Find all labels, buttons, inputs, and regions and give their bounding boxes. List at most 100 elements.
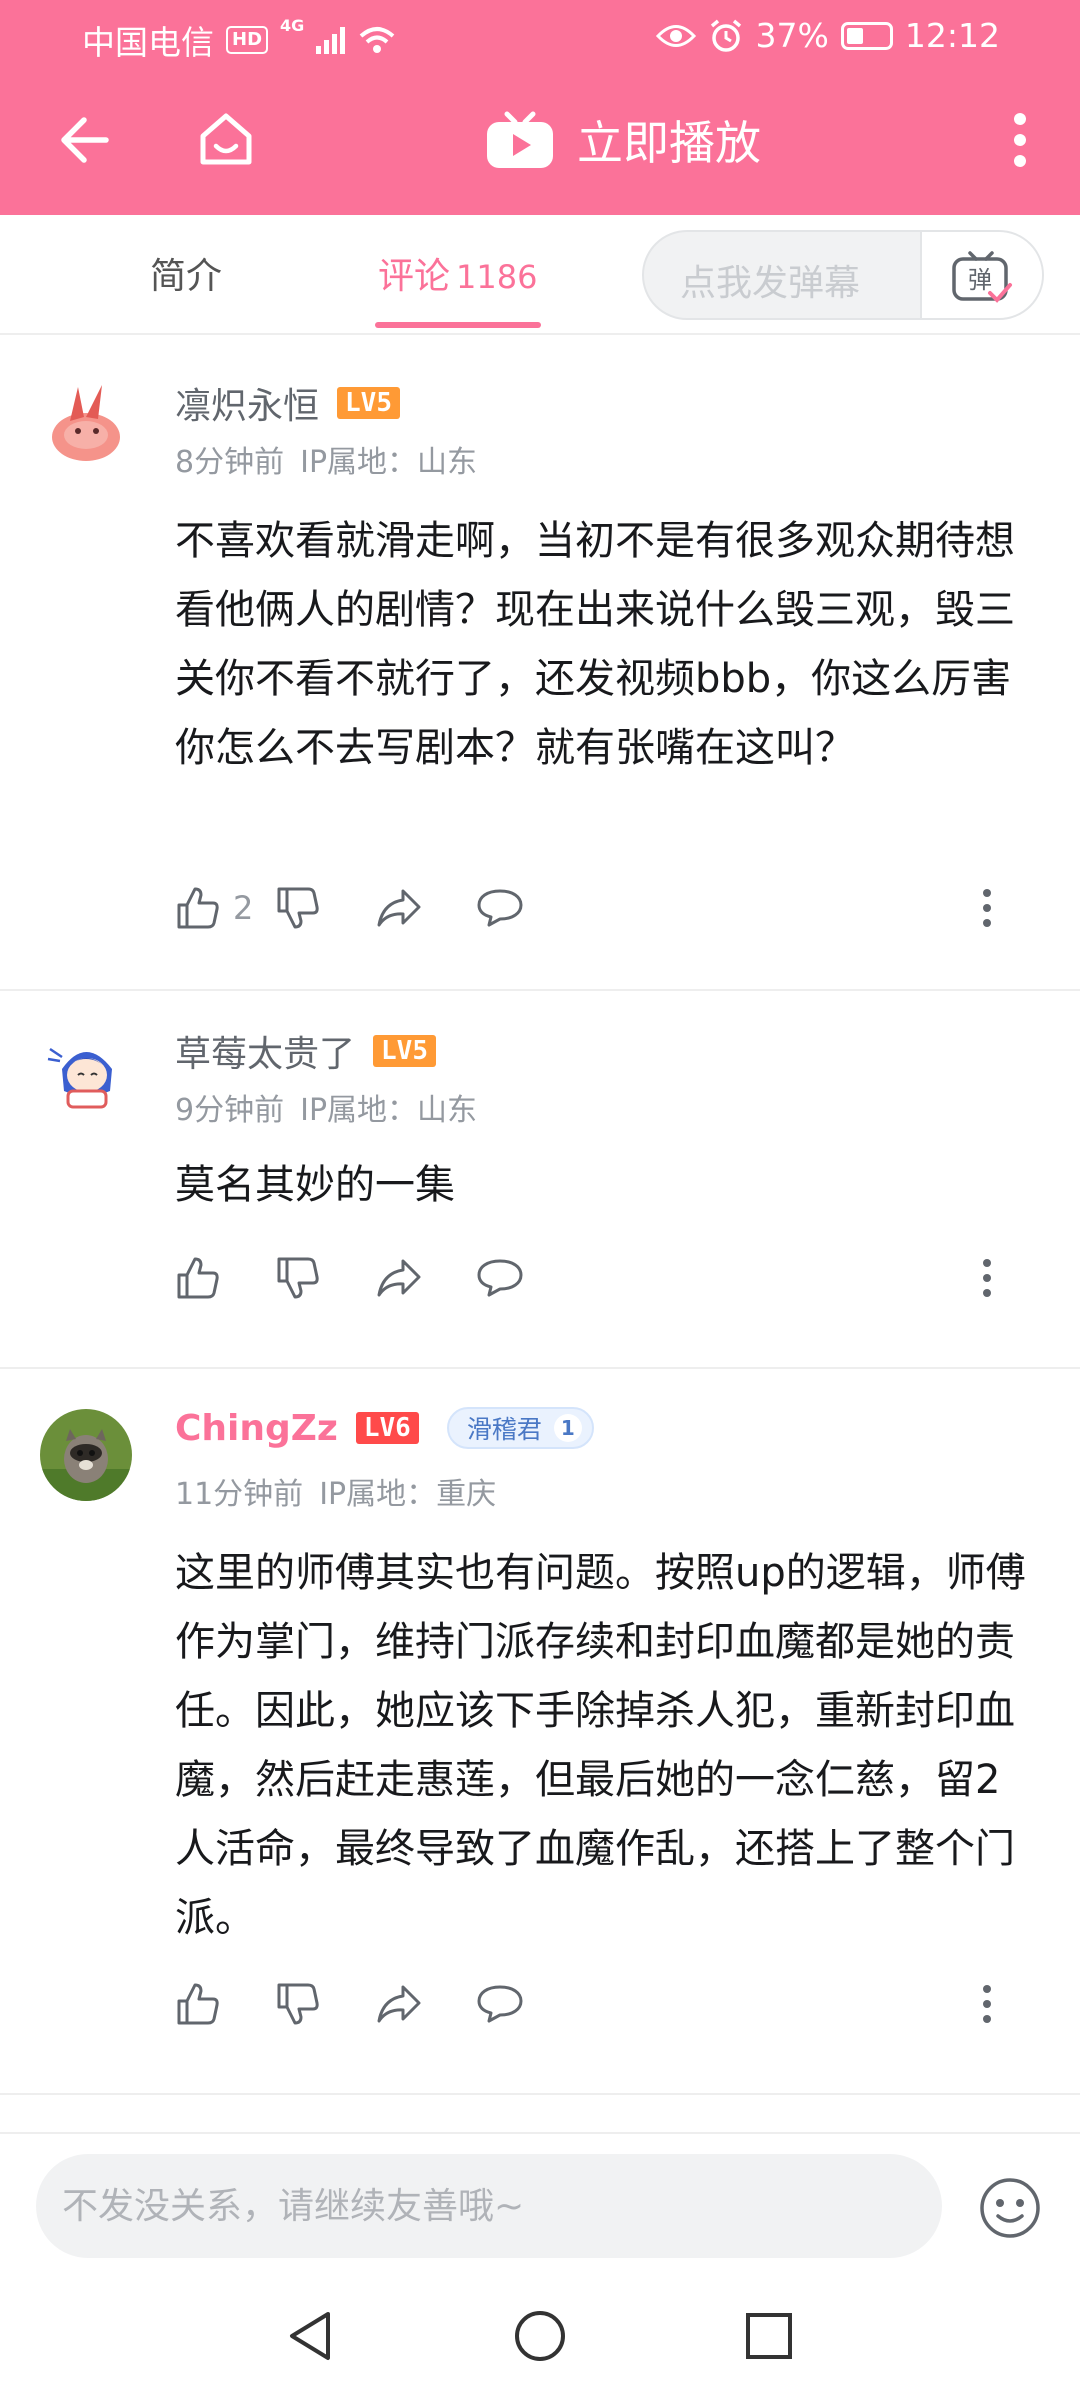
danmaku-input[interactable]: 点我发弹幕 弹 [642, 230, 1044, 320]
share-button[interactable] [375, 1253, 475, 1303]
emoji-button[interactable] [978, 2176, 1042, 2240]
home-icon [200, 113, 252, 165]
nav-recents-button[interactable] [729, 2296, 809, 2376]
comment-item: 凛炽永恒 LV5 8分钟前 IP属地：山东 不喜欢看就滑走啊，当初不是有很多观众… [0, 337, 1080, 991]
danmaku-icon: 弹 [952, 251, 1012, 303]
comment-actions: 2 [175, 883, 575, 933]
back-arrow-icon [61, 117, 109, 163]
tab-bar: 简介 评论 1186 点我发弹幕 弹 [0, 215, 1080, 335]
comment-header: ChingZz LV6 滑稽君 1 [175, 1407, 594, 1449]
ip-location: IP属地：山东 [300, 445, 478, 480]
carrier-label: 中国电信 [82, 23, 214, 62]
home-button[interactable] [186, 100, 266, 180]
clock: 12:12 [904, 16, 1000, 55]
fan-medal-name: 滑稽君 [466, 1415, 542, 1444]
network-label: 4G [280, 16, 305, 35]
signal-icon [316, 26, 346, 54]
comment-bubble-icon [477, 1985, 523, 2023]
tab-comments[interactable]: 评论 1186 [378, 247, 537, 299]
comment-item: ChingZz LV6 滑稽君 1 11分钟前 IP属地：重庆 这里的师傅其实也… [0, 1371, 1080, 2095]
avatar[interactable] [40, 1409, 132, 1501]
comment-text: 不喜欢看就滑走啊，当初不是有很多观众期待想看他俩人的剧情？现在出来说什么毁三观，… [175, 518, 1015, 771]
nav-recents-icon [746, 2313, 792, 2359]
comment-meta: 11分钟前 IP属地：重庆 [175, 1469, 496, 1513]
nav-back-icon [290, 2312, 330, 2360]
dislike-button[interactable] [275, 1979, 375, 2029]
reply-button[interactable] [475, 883, 575, 933]
play-now-button[interactable]: 立即播放 [485, 98, 761, 182]
thumbs-down-icon [277, 887, 319, 929]
fan-medal[interactable]: 滑稽君 1 [446, 1407, 594, 1449]
comment-bubble-icon [477, 1259, 523, 1297]
dislike-button[interactable] [275, 1253, 375, 1303]
comment-meta: 8分钟前 IP属地：山东 [175, 437, 477, 481]
status-bar: 中国电信 HD 4G 37% 12:12 [0, 0, 1080, 72]
danmaku-button[interactable]: 弹 [920, 232, 1042, 318]
level-badge: LV6 [355, 1412, 419, 1444]
comment-text: 莫名其妙的一集 [175, 1162, 455, 1208]
comment-header: 凛炽永恒 LV5 [175, 377, 400, 429]
more-vertical-icon [983, 1259, 991, 1297]
hd-badge: HD [226, 26, 269, 54]
reply-input[interactable] [36, 2154, 942, 2258]
avatar[interactable] [40, 1029, 132, 1121]
like-button[interactable] [175, 1979, 275, 2029]
active-tab-indicator [375, 322, 541, 328]
more-options-button[interactable] [980, 100, 1060, 180]
more-vertical-icon [983, 889, 991, 927]
reply-button[interactable] [475, 1979, 575, 2029]
battery-percent: 37% [755, 16, 829, 55]
avatar[interactable] [40, 381, 132, 473]
tab-intro-label: 简介 [150, 256, 223, 297]
comment-more-button[interactable] [972, 1253, 1002, 1303]
share-button[interactable] [375, 883, 475, 933]
dislike-button[interactable] [275, 883, 375, 933]
comment-actions [175, 1979, 575, 2029]
back-button[interactable] [44, 100, 124, 180]
svg-text:弹: 弹 [968, 266, 992, 294]
tv-play-icon [487, 111, 553, 168]
comment-meta: 9分钟前 IP属地：山东 [175, 1085, 477, 1129]
like-count: 2 [233, 889, 254, 927]
comments-count: 1186 [456, 258, 538, 296]
header: 立即播放 [0, 72, 1080, 215]
share-icon [377, 1259, 421, 1297]
comment-time: 9分钟前 [175, 1093, 285, 1128]
ip-location: IP属地：山东 [300, 1093, 478, 1128]
share-button[interactable] [375, 1979, 475, 2029]
username[interactable]: 草莓太贵了 [175, 1025, 355, 1077]
eye-icon [655, 24, 696, 47]
username[interactable]: ChingZz [175, 1408, 338, 1449]
level-badge: LV5 [337, 387, 400, 419]
battery-icon [840, 21, 893, 50]
comment-item: 草莓太贵了 LV5 9分钟前 IP属地：山东 莫名其妙的一集 [0, 993, 1080, 1369]
thumbs-up-icon [177, 1983, 219, 2025]
reply-button[interactable] [475, 1253, 575, 1303]
like-button[interactable]: 2 [175, 883, 275, 933]
comment-time: 11分钟前 [175, 1477, 304, 1512]
comment-actions [175, 1253, 575, 1303]
nav-home-button[interactable] [500, 2296, 580, 2376]
system-nav-bar [0, 2272, 1080, 2400]
danmaku-placeholder: 点我发弹幕 [680, 263, 861, 304]
wifi-icon [359, 27, 395, 53]
like-button[interactable] [175, 1253, 275, 1303]
nav-back-button[interactable] [270, 2296, 350, 2376]
thumbs-up-icon [177, 887, 219, 929]
more-vertical-icon [983, 1985, 991, 2023]
tab-comments-label: 评论 [378, 256, 451, 297]
share-icon [377, 1985, 421, 2023]
thumbs-up-icon [177, 1257, 219, 1299]
thumbs-down-icon [277, 1257, 319, 1299]
play-now-label: 立即播放 [577, 116, 761, 170]
username[interactable]: 凛炽永恒 [175, 377, 319, 429]
emoji-icon [980, 2178, 1040, 2238]
comment-more-button[interactable] [972, 883, 1002, 933]
level-badge: LV5 [373, 1035, 436, 1067]
comment-more-button[interactable] [972, 1979, 1002, 2029]
tab-intro[interactable]: 简介 [150, 247, 222, 299]
comment-bubble-icon [477, 889, 523, 927]
reply-bar [0, 2132, 1080, 2272]
comment-text: 这里的师傅其实也有问题。按照up的逻辑，师傅作为掌门，维持门派存续和封印血魔都是… [175, 1550, 1026, 1941]
fan-medal-level: 1 [553, 1414, 582, 1442]
